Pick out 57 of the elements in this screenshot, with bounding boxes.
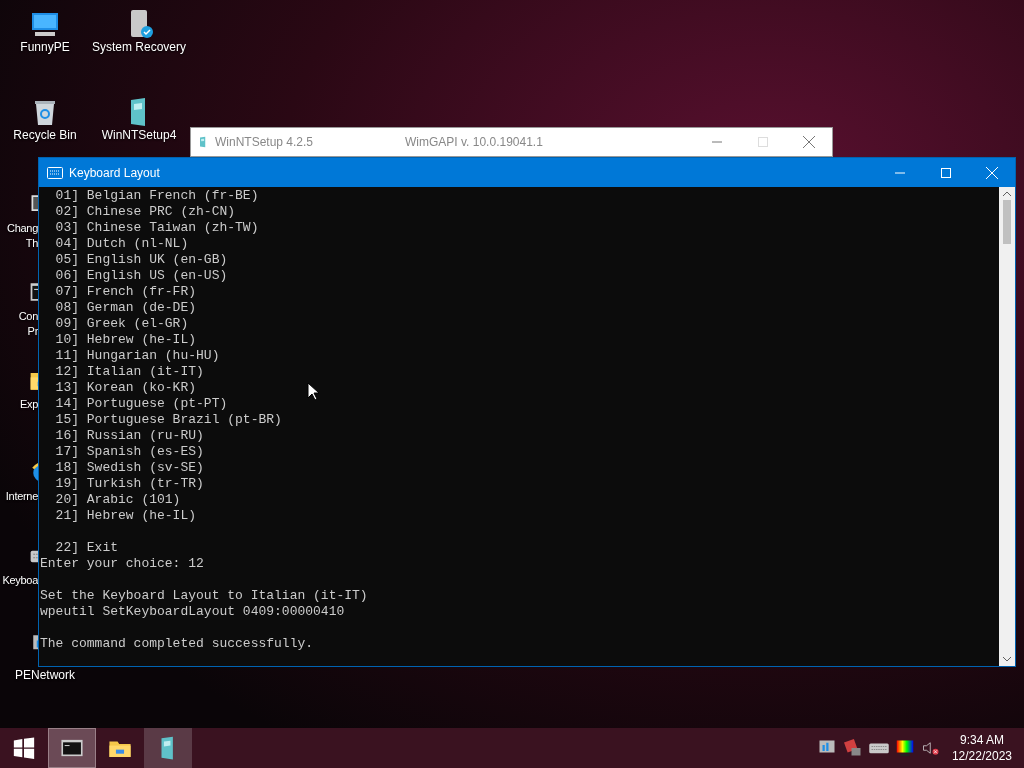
console-line: wpeutil SetKeyboardLayout 0409:00000410 [40,604,345,620]
icon-label: Chang [7,221,38,236]
console-line: 08] German (de-DE) [54,300,197,316]
console-line: 20] Arabic (101) [54,492,181,508]
console-line: Enter your choice: 12 [40,556,204,572]
scroll-thumb[interactable] [1003,200,1011,244]
keyboard-icon [47,166,63,179]
window-title: WinNTSetup 4.2.5 [215,135,315,149]
console-line: 16] Russian (ru-RU) [54,428,204,444]
console-line: 11] Hungarian (hu-HU) [54,348,220,364]
date: 12/22/2023 [951,748,1012,764]
console-line: 02] Chinese PRC (zh-CN) [54,204,236,220]
window-subtitle: WimGAPI v. 10.0.19041.1 [405,135,544,149]
minimize-icon [712,141,722,143]
console-line: 03] Chinese Taiwan (zh-TW) [54,220,259,236]
windows-logo-icon [13,737,35,759]
close-icon [803,136,815,148]
console-line: 18] Swedish (sv-SE) [54,460,204,476]
console-line: 21] Hebrew (he-IL) [54,508,197,524]
icon-label: Recycle Bin [13,128,77,143]
console-line: 04] Dutch (nl-NL) [54,236,189,252]
icon-label: Exp [19,397,38,412]
window-title: Keyboard Layout [69,165,161,180]
icon-label: Interne [5,489,38,504]
console-line: 22] Exit [54,540,118,556]
maximize-icon [941,167,951,178]
console-line: 07] French (fr-FR) [54,284,197,300]
icon-label: Keyboa [2,573,38,588]
icon-label: System Recovery [92,40,186,55]
console-line: 13] Korean (ko-KR) [54,380,197,396]
console-line: The command completed successfully. [40,636,314,652]
time: 9:34 AM [959,732,1004,748]
console-line: 09] Greek (el-GR) [54,316,189,332]
close-icon [986,166,998,179]
minimize-icon [895,171,905,174]
console-line: 10] Hebrew (he-IL) [54,332,197,348]
console-line: 19] Turkish (tr-TR) [54,476,204,492]
icon-label: Con [18,309,38,324]
taskbar-button[interactable] [48,728,96,768]
console-line: 05] English UK (en-GB) [54,252,228,268]
console-line: 12] Italian (it-IT) [54,364,204,380]
icon-label: PENetwork [15,668,75,683]
console-line: Set the Keyboard Layout to Italian (it-IT) [40,588,368,604]
scrollbar[interactable] [999,187,1015,666]
clock[interactable]: 9:34 AM 12/22/2023 [943,732,1024,764]
console-line: 15] Portuguese Brazil (pt-BR) [54,412,282,428]
console-line: 01] Belgian French (fr-BE) [54,188,259,204]
console-line: 14] Portuguese (pt-PT) [54,396,228,412]
taskbar-button[interactable] [144,728,192,768]
console-line: 06] English US (en-US) [54,268,228,284]
icon-label: Th [25,236,38,251]
maximize-icon [758,137,768,147]
icon-label: FunnyPE [20,40,70,55]
mouse-pointer-icon [307,382,319,402]
console-line: 17] Spanish (es-ES) [54,444,204,460]
icon-label: WinNTSetup4 [101,128,177,143]
icon-label: Pr [27,324,38,339]
